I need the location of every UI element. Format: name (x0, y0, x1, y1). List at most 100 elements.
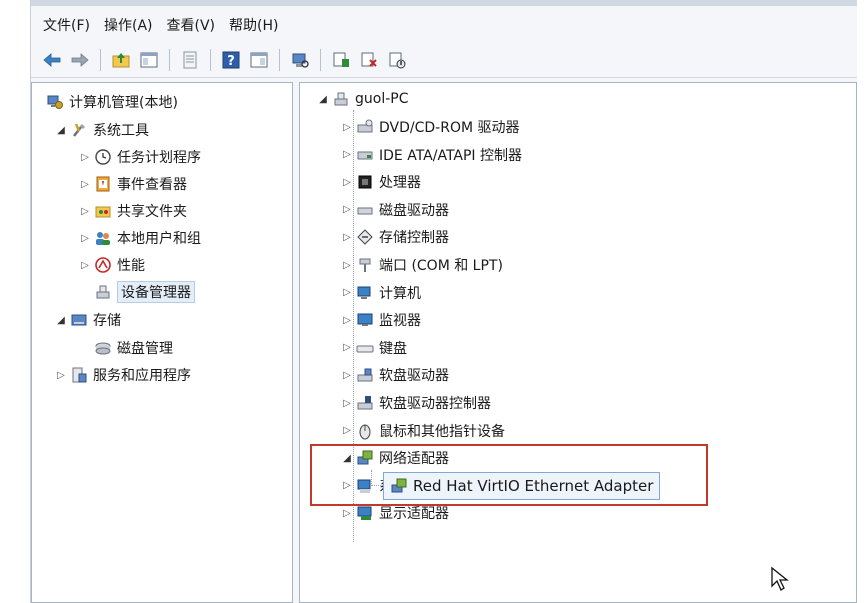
device-category-ide-controller[interactable]: ▷ IDE ATA/ATAPI 控制器 (340, 144, 522, 166)
monitor-icon (356, 311, 374, 329)
device-category-storage-controller[interactable]: ▷ 存储控制器 (340, 226, 449, 248)
collapsed-arrow-icon[interactable]: ▷ (340, 148, 354, 162)
device-category-label: 存储控制器 (379, 230, 449, 247)
collapsed-arrow-icon[interactable]: ▷ (340, 120, 354, 134)
collapsed-arrow-icon[interactable]: ▷ (340, 203, 354, 217)
collapsed-arrow-icon[interactable]: ▷ (78, 258, 92, 272)
update-driver-button[interactable] (330, 49, 352, 71)
display-adapter-icon (356, 504, 374, 522)
collapsed-arrow-icon[interactable]: ▷ (78, 231, 92, 245)
collapsed-arrow-icon[interactable]: ▷ (340, 368, 354, 382)
disk-management-icon (94, 339, 112, 357)
device-tree-root-label: guol-PC (355, 91, 409, 107)
device-category-mouse[interactable]: ▷ 鼠标和其他指针设备 (340, 420, 505, 442)
disk-drive-icon (356, 201, 374, 219)
collapsed-arrow-icon[interactable]: ▷ (340, 175, 354, 189)
collapsed-arrow-icon[interactable]: ▷ (340, 286, 354, 300)
properties-button[interactable] (179, 49, 201, 71)
tree-item-device-manager[interactable]: 设备管理器 (92, 281, 195, 303)
collapsed-arrow-icon[interactable]: ▷ (340, 506, 354, 520)
collapsed-arrow-icon[interactable]: ▷ (340, 230, 354, 244)
collapsed-arrow-icon[interactable]: ▷ (78, 150, 92, 164)
folder-up-icon (112, 52, 130, 67)
menu-bar: 文件(F) 操作(A) 查看(V) 帮助(H) (31, 10, 857, 40)
device-category-label: 键盘 (379, 340, 407, 357)
forward-button[interactable] (69, 49, 91, 71)
toolbar-separator (100, 48, 101, 71)
collapsed-arrow-icon[interactable]: ▷ (340, 396, 354, 410)
menu-action[interactable]: 操作(A) (104, 15, 153, 35)
collapsed-arrow-icon[interactable]: ▷ (340, 341, 354, 355)
menu-help[interactable]: 帮助(H) (229, 15, 278, 35)
device-category-label: 软盘驱动器 (379, 368, 449, 385)
tree-item-system-tools[interactable]: ◢ 系统工具 (54, 119, 149, 141)
storage-icon (70, 311, 88, 329)
help-icon: ? (222, 51, 240, 69)
console-tree-pane: 计算机管理(本地) ◢ 系统工具 ▷ 任务计划程序 ▷ 事件查看器 ▷ 共享文件… (31, 82, 293, 603)
performance-icon (94, 256, 112, 274)
tree-item-computer-management[interactable]: 计算机管理(本地) (44, 91, 178, 113)
processor-icon (356, 173, 374, 191)
device-category-disk-drive[interactable]: ▷ 磁盘驱动器 (340, 199, 449, 221)
up-level-button[interactable] (110, 49, 132, 71)
device-manager-icon (94, 283, 112, 301)
disable-device-button[interactable] (386, 49, 408, 71)
back-button[interactable] (41, 49, 63, 71)
device-category-label: 处理器 (379, 175, 421, 192)
collapsed-arrow-icon[interactable]: ▷ (78, 177, 92, 191)
console-tree-icon (140, 52, 158, 67)
tree-item-label: 任务计划程序 (117, 150, 201, 166)
tree-item-label: 共享文件夹 (117, 204, 187, 220)
uninstall-button[interactable] (358, 49, 380, 71)
clock-icon (94, 148, 112, 166)
expanded-arrow-icon[interactable]: ◢ (54, 313, 68, 327)
device-category-floppy-drive[interactable]: ▷ 软盘驱动器 (340, 364, 449, 386)
mouse-cursor-icon (771, 566, 789, 591)
title-strip (31, 0, 857, 6)
device-category-label: 端口 (COM 和 LPT) (379, 258, 503, 274)
show-hide-console-tree-button[interactable] (138, 49, 160, 71)
device-red-hat-virtio-ethernet-adapter[interactable]: Red Hat VirtIO Ethernet Adapter (383, 472, 661, 500)
adapter-label: Red Hat VirtIO Ethernet Adapter (413, 477, 654, 495)
toolbar-separator (279, 48, 280, 71)
computer-management-icon (46, 93, 64, 111)
menu-file[interactable]: 文件(F) (43, 15, 90, 35)
action-pane-icon (250, 52, 268, 67)
expanded-arrow-icon[interactable]: ◢ (316, 92, 330, 106)
floppy-controller-icon (356, 394, 374, 412)
device-tree-root[interactable]: ◢ guol-PC (316, 88, 408, 110)
forward-arrow-icon (71, 52, 89, 67)
tree-item-storage[interactable]: ◢ 存储 (54, 309, 121, 331)
tree-item-disk-management[interactable]: 磁盘管理 (92, 337, 173, 359)
device-category-label: 监视器 (379, 313, 421, 330)
tree-item-performance[interactable]: ▷ 性能 (78, 254, 145, 276)
scan-hardware-button[interactable] (289, 49, 311, 71)
device-category-label: 软盘驱动器控制器 (379, 396, 491, 412)
tree-item-services-applications[interactable]: ▷ 服务和应用程序 (54, 364, 191, 386)
tree-item-local-users-groups[interactable]: ▷ 本地用户和组 (78, 227, 201, 249)
storage-controller-icon (356, 228, 374, 246)
collapsed-arrow-icon[interactable]: ▷ (340, 313, 354, 327)
collapsed-arrow-icon[interactable]: ▷ (340, 258, 354, 272)
collapsed-arrow-icon[interactable]: ▷ (340, 424, 354, 438)
help-button[interactable]: ? (220, 49, 242, 71)
device-category-floppy-controller[interactable]: ▷ 软盘驱动器控制器 (340, 392, 491, 414)
port-icon (356, 256, 374, 274)
collapsed-arrow-icon[interactable]: ▷ (78, 204, 92, 218)
device-category-label: 显示适配器 (379, 506, 449, 523)
shared-folder-icon (94, 202, 112, 220)
show-action-pane-button[interactable] (248, 49, 270, 71)
tree-item-shared-folders[interactable]: ▷ 共享文件夹 (78, 200, 187, 222)
device-category-port[interactable]: ▷ 端口 (COM 和 LPT) (340, 254, 503, 276)
desktop-edge (0, 0, 30, 603)
device-category-label: IDE ATA/ATAPI 控制器 (379, 147, 523, 164)
menu-view[interactable]: 查看(V) (167, 15, 216, 35)
tree-item-task-scheduler[interactable]: ▷ 任务计划程序 (78, 146, 201, 168)
collapsed-arrow-icon[interactable]: ▷ (54, 368, 68, 382)
tree-item-label: 系统工具 (93, 123, 149, 139)
device-category-label: 鼠标和其他指针设备 (379, 423, 505, 440)
device-category-dvd-drive[interactable]: ▷ DVD/CD-ROM 驱动器 (340, 116, 520, 138)
expanded-arrow-icon[interactable]: ◢ (54, 123, 68, 137)
tree-item-event-viewer[interactable]: ▷ 事件查看器 (78, 173, 187, 195)
device-category-keyboard[interactable]: ▷ 键盘 (340, 337, 407, 359)
